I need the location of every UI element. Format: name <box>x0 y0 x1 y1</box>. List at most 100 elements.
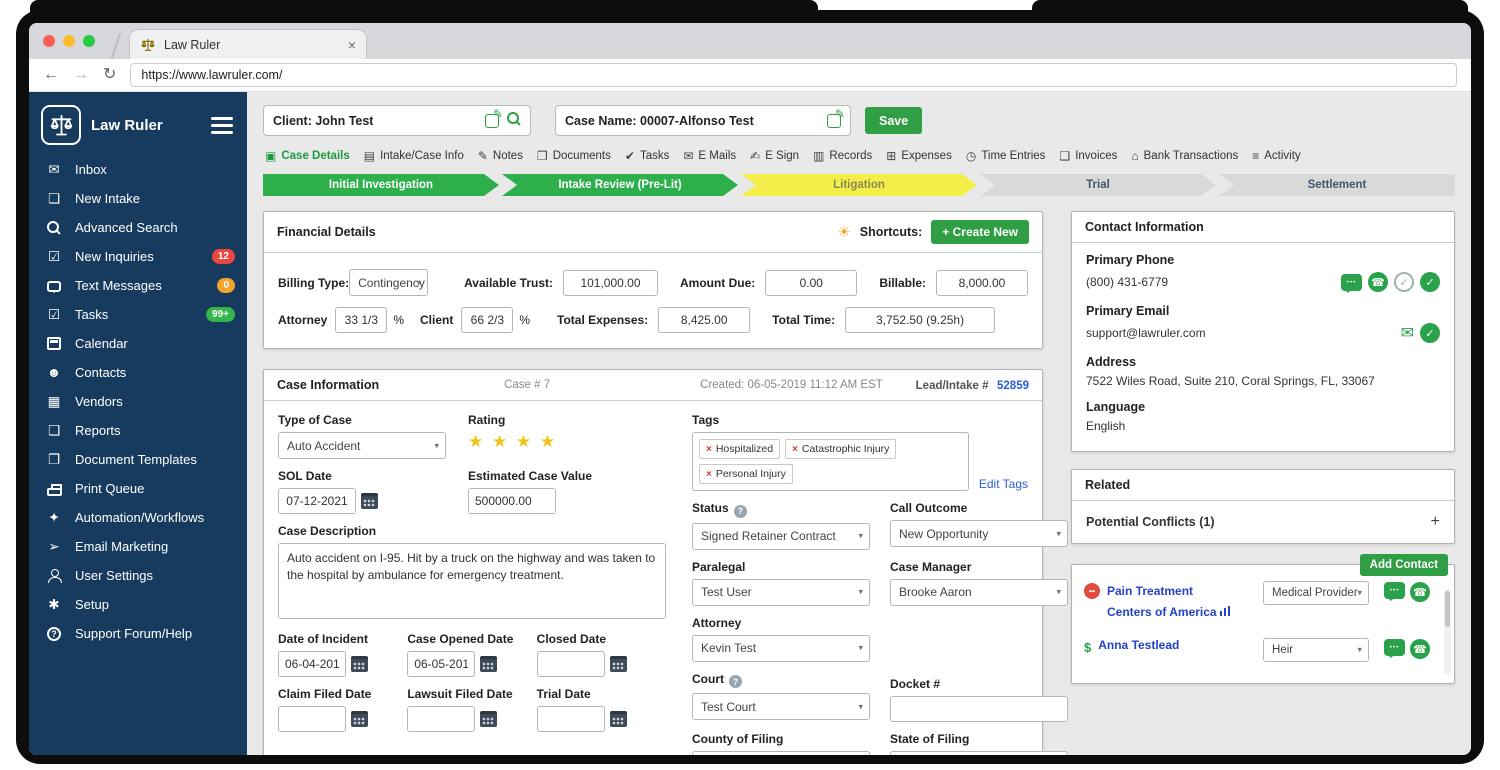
call-outcome-select[interactable]: New Opportunity <box>890 520 1068 547</box>
case-description-textarea[interactable]: Auto accident on I-95. Hit by a truck on… <box>278 543 666 619</box>
tab-e-sign[interactable]: ✍E Sign <box>750 149 799 163</box>
sidebar-item-email-marketing[interactable]: ➢Email Marketing <box>29 532 247 561</box>
attorney-select[interactable]: Kevin Test <box>692 635 870 662</box>
stage-litigation[interactable]: Litigation <box>741 174 977 196</box>
calendar-icon[interactable] <box>480 711 497 727</box>
client-search-icon[interactable] <box>507 112 521 129</box>
status-help-icon[interactable]: ? <box>734 505 747 518</box>
docket-input[interactable] <box>890 696 1068 722</box>
back-button[interactable]: ← <box>43 67 59 83</box>
available-trust-input[interactable] <box>563 270 658 296</box>
remove-tag-icon[interactable]: × <box>706 444 712 455</box>
tab-case-details[interactable]: ▣Case Details <box>265 149 350 163</box>
sidebar-item-new-intake[interactable]: ❏New Intake <box>29 184 247 213</box>
date-of-incident-input[interactable] <box>278 651 346 677</box>
sidebar-item-contacts[interactable]: ☻Contacts <box>29 358 247 387</box>
tab-e-mails[interactable]: ✉E Mails <box>683 149 736 163</box>
attorney-pct-input[interactable] <box>335 307 387 333</box>
client-field[interactable]: Client: John Test <box>263 105 531 136</box>
contact-name-link[interactable]: Anna Testlead <box>1098 638 1232 654</box>
tag-chip[interactable]: ×Personal Injury <box>699 464 793 484</box>
total-expenses-input[interactable] <box>658 307 750 333</box>
sidebar-item-calendar[interactable]: Calendar <box>29 329 247 358</box>
paralegal-select[interactable]: Test User <box>692 579 870 606</box>
case-name-field[interactable]: Case Name: 00007-Alfonso Test <box>555 105 851 136</box>
browser-tab[interactable]: Law Ruler × <box>129 29 367 59</box>
tag-chip[interactable]: ×Catastrophic Injury <box>785 439 896 459</box>
tab-records[interactable]: ▥Records <box>813 149 872 163</box>
reload-button[interactable]: ↻ <box>103 67 116 83</box>
check-circle-icon[interactable]: ✓ <box>1420 272 1440 292</box>
court-select[interactable]: Test Court <box>692 693 870 720</box>
calendar-icon[interactable] <box>610 711 627 727</box>
county-of-filing-input[interactable] <box>692 751 870 756</box>
stage-trial[interactable]: Trial <box>980 174 1216 196</box>
contact-role-select[interactable]: Medical Provider <box>1263 581 1369 605</box>
sidebar-item-advanced-search[interactable]: Advanced Search <box>29 213 247 242</box>
claim-filed-date-input[interactable] <box>278 706 346 732</box>
save-button[interactable]: Save <box>865 107 922 134</box>
sidebar-item-document-templates[interactable]: ❐Document Templates <box>29 445 247 474</box>
lawsuit-filed-date-input[interactable] <box>407 706 475 732</box>
stage-settlement[interactable]: Settlement <box>1219 174 1455 196</box>
sms-icon[interactable] <box>1384 582 1405 599</box>
tab-bank-transactions[interactable]: ⌂Bank Transactions <box>1131 149 1238 163</box>
scrollbar[interactable] <box>1444 589 1451 675</box>
sidebar-item-reports[interactable]: ❑Reports <box>29 416 247 445</box>
sidebar-item-new-inquiries[interactable]: ☑New Inquiries12 <box>29 242 247 271</box>
check-circle-outline-icon[interactable]: ✓ <box>1394 272 1414 292</box>
contact-name-link[interactable]: Pain Treatment Centers of America <box>1107 581 1241 623</box>
close-window-button[interactable] <box>43 35 55 47</box>
sms-icon[interactable] <box>1384 639 1405 656</box>
phone-icon[interactable]: ☎ <box>1368 272 1388 292</box>
rating-stars[interactable]: ★ ★ ★ ★ <box>468 432 557 452</box>
calendar-icon[interactable] <box>361 493 378 509</box>
menu-toggle-icon[interactable] <box>211 117 233 134</box>
edit-client-icon[interactable] <box>485 114 499 128</box>
calendar-icon[interactable] <box>351 711 368 727</box>
tab-time-entries[interactable]: ◷Time Entries <box>966 149 1046 163</box>
sidebar-item-text-messages[interactable]: Text Messages0 <box>29 271 247 300</box>
billing-type-select[interactable]: Contingency <box>349 269 428 296</box>
sidebar-item-setup[interactable]: ✱Setup <box>29 590 247 619</box>
billable-input[interactable] <box>936 270 1028 296</box>
tab-notes[interactable]: ✎Notes <box>478 149 523 163</box>
email-check-icon[interactable]: ✓ <box>1420 323 1440 343</box>
add-contact-button[interactable]: Add Contact <box>1360 554 1448 576</box>
potential-conflicts-item[interactable]: Potential Conflicts (1) + <box>1072 501 1454 543</box>
calendar-icon[interactable] <box>610 656 627 672</box>
case-opened-date-input[interactable] <box>407 651 475 677</box>
expand-plus-icon[interactable]: + <box>1431 513 1440 531</box>
create-new-button[interactable]: + Create New <box>931 220 1029 244</box>
state-of-filing-select[interactable]: Florida <box>890 751 1068 756</box>
sidebar-item-tasks[interactable]: ☑Tasks99+ <box>29 300 247 329</box>
status-select[interactable]: Signed Retainer Contract <box>692 523 870 550</box>
sidebar-item-user-settings[interactable]: User Settings <box>29 561 247 590</box>
total-time-input[interactable] <box>845 307 995 333</box>
remove-tag-icon[interactable]: × <box>792 444 798 455</box>
sms-icon[interactable] <box>1341 274 1362 291</box>
sidebar-item-support[interactable]: ?Support Forum/Help <box>29 619 247 648</box>
tab-activity[interactable]: ≡Activity <box>1252 149 1300 163</box>
tag-chip[interactable]: ×Hospitalized <box>699 439 780 459</box>
url-bar[interactable]: https://www.lawruler.com/ <box>130 63 1457 87</box>
trial-date-input[interactable] <box>537 706 605 732</box>
phone-icon[interactable]: ☎ <box>1410 582 1430 602</box>
amount-due-input[interactable] <box>765 270 857 296</box>
sidebar-item-automation-workflows[interactable]: ✦Automation/Workflows <box>29 503 247 532</box>
tab-close-icon[interactable]: × <box>348 37 356 53</box>
tab-intake-case-info[interactable]: ▤Intake/Case Info <box>364 149 464 163</box>
sidebar-item-vendors[interactable]: ▦Vendors <box>29 387 247 416</box>
remove-contact-icon[interactable]: − <box>1084 583 1100 599</box>
closed-date-input[interactable] <box>537 651 605 677</box>
court-help-icon[interactable]: ? <box>729 675 742 688</box>
contact-role-select[interactable]: Heir <box>1263 638 1369 662</box>
lead-intake-number-link[interactable]: 52859 <box>997 380 1029 392</box>
sidebar-item-inbox[interactable]: ✉Inbox <box>29 155 247 184</box>
calendar-icon[interactable] <box>480 656 497 672</box>
client-pct-input[interactable] <box>461 307 513 333</box>
phone-icon[interactable]: ☎ <box>1410 639 1430 659</box>
case-manager-select[interactable]: Brooke Aaron <box>890 579 1068 606</box>
type-of-case-select[interactable]: Auto Accident <box>278 432 446 459</box>
edit-tags-link[interactable]: Edit Tags <box>979 477 1028 491</box>
